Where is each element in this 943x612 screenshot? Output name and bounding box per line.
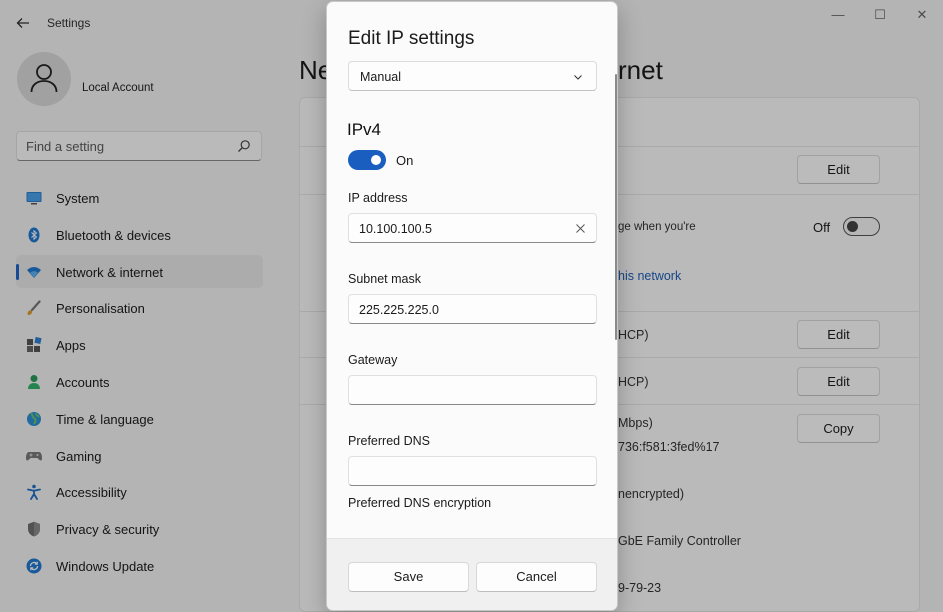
dns-encryption-label: Preferred DNS encryption	[348, 496, 492, 510]
save-button[interactable]: Save	[348, 562, 469, 592]
ip-mode-dropdown[interactable]: Manual	[348, 61, 597, 91]
ipv4-toggle-label: On	[396, 153, 414, 168]
clear-icon[interactable]	[576, 224, 585, 233]
chevron-down-icon	[574, 75, 582, 80]
edit-ip-settings-dialog: Edit IP settings Manual IPv4 On IP addre…	[326, 1, 618, 611]
subnet-mask-input[interactable]	[359, 301, 569, 319]
preferred-dns-field[interactable]	[348, 456, 597, 486]
gateway-field[interactable]	[348, 375, 597, 405]
subnet-mask-label: Subnet mask	[348, 272, 421, 286]
cancel-button[interactable]: Cancel	[476, 562, 597, 592]
gateway-input[interactable]	[359, 382, 569, 400]
ip-address-field[interactable]	[348, 213, 597, 243]
preferred-dns-input[interactable]	[359, 463, 569, 481]
subnet-mask-field[interactable]	[348, 294, 597, 324]
gateway-label: Gateway	[348, 353, 398, 367]
ip-mode-value: Manual	[360, 70, 401, 84]
ip-address-label: IP address	[348, 191, 408, 205]
preferred-dns-label: Preferred DNS	[348, 434, 430, 448]
ip-address-input[interactable]	[359, 220, 569, 238]
ipv4-heading: IPv4	[347, 120, 382, 139]
dialog-scrollbar[interactable]	[615, 74, 617, 340]
dialog-footer: Save Cancel	[327, 538, 617, 610]
dialog-title: Edit IP settings	[348, 28, 475, 49]
toggle-knob	[371, 155, 381, 165]
ipv4-toggle[interactable]	[348, 150, 386, 170]
